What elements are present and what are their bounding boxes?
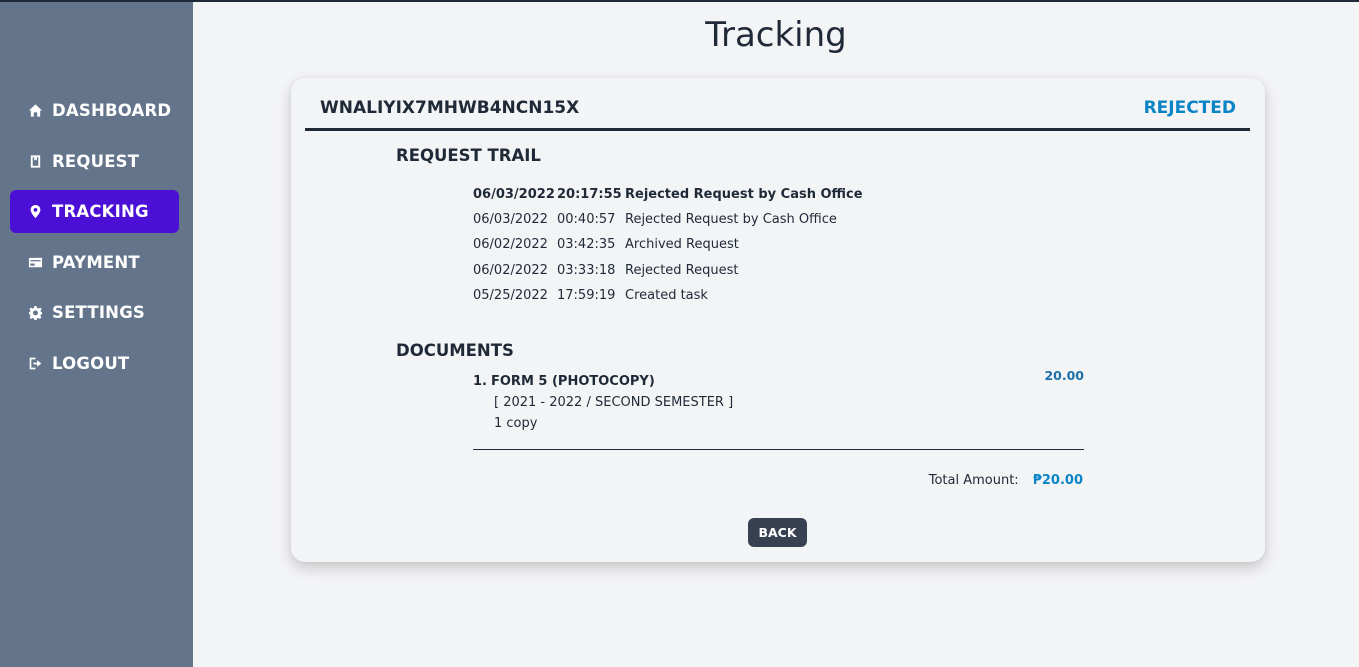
top-border (0, 0, 1359, 2)
trail-entry: 05/25/2022 17:59:19 Created task (473, 283, 993, 308)
request-trail-list: 06/03/2022 20:17:55 Rejected Request by … (473, 182, 993, 308)
document-index: 1. (473, 374, 487, 389)
trail-entry: 06/02/2022 03:33:18 Rejected Request (473, 258, 993, 283)
request-trail-heading: REQUEST TRAIL (396, 146, 541, 165)
sidebar-item-label: TRACKING (52, 202, 149, 221)
document-name: FORM 5 (PHOTOCOPY) (491, 374, 655, 389)
trail-entry: 06/03/2022 20:17:55 Rejected Request by … (473, 182, 993, 207)
trail-time: 00:40:57 (557, 212, 616, 228)
documents-divider (473, 449, 1084, 450)
trail-entry: 06/02/2022 03:42:35 Archived Request (473, 232, 993, 257)
trail-date: 06/03/2022 (473, 212, 548, 228)
document-item: 1. FORM 5 (PHOTOCOPY) 20.00 [ 2021 - 202… (473, 368, 1084, 431)
sidebar-item-label: LOGOUT (52, 353, 130, 373)
trail-action: Rejected Request by Cash Office (625, 187, 863, 203)
status-badge: REJECTED (1143, 98, 1236, 118)
location-pin-icon (27, 204, 43, 220)
logout-icon (27, 355, 43, 371)
trail-date: 05/25/2022 (473, 287, 548, 303)
document-term: [ 2021 - 2022 / SECOND SEMESTER ] (494, 395, 734, 410)
document-amount: 20.00 (1044, 368, 1084, 383)
card-header: WNALIYIX7MHWB4NCN15X REJECTED (305, 78, 1250, 131)
trail-time: 03:33:18 (557, 262, 616, 278)
document-title-row: 1. FORM 5 (PHOTOCOPY) (473, 374, 1084, 389)
trail-time: 03:42:35 (557, 237, 616, 253)
documents-heading: DOCUMENTS (396, 341, 514, 360)
total-label: Total Amount: (928, 473, 1019, 488)
tracking-card: WNALIYIX7MHWB4NCN15X REJECTED REQUEST TR… (291, 78, 1265, 562)
gear-icon (27, 305, 43, 321)
sidebar-nav: DASHBOARD REQUEST TRACKING PAYMENT SETTI… (10, 89, 179, 392)
trail-date: 06/03/2022 (473, 187, 555, 203)
total-amount: Total Amount: ₱20.00 (929, 473, 1083, 488)
request-code: WNALIYIX7MHWB4NCN15X (320, 98, 580, 118)
sidebar-item-logout[interactable]: LOGOUT (10, 342, 179, 385)
trail-action: Rejected Request (625, 262, 739, 278)
sidebar-item-settings[interactable]: SETTINGS (10, 291, 179, 334)
sidebar: DASHBOARD REQUEST TRACKING PAYMENT SETTI… (0, 2, 193, 667)
back-button[interactable]: BACK (748, 518, 807, 547)
sidebar-item-label: REQUEST (52, 151, 140, 171)
trail-action: Created task (625, 287, 708, 303)
trail-action: Rejected Request by Cash Office (625, 212, 837, 228)
credit-card-icon (27, 254, 43, 270)
trail-action: Archived Request (625, 237, 739, 253)
trail-date: 06/02/2022 (473, 237, 548, 253)
page-title: Tracking (705, 15, 847, 55)
sidebar-item-dashboard[interactable]: DASHBOARD (10, 89, 179, 132)
sidebar-item-label: PAYMENT (52, 252, 140, 272)
sidebar-item-label: DASHBOARD (52, 101, 172, 120)
sidebar-item-request[interactable]: REQUEST (10, 140, 179, 183)
sidebar-item-tracking[interactable]: TRACKING (10, 190, 179, 233)
home-icon (27, 103, 43, 119)
request-icon (27, 153, 43, 169)
sidebar-item-payment[interactable]: PAYMENT (10, 241, 179, 284)
trail-date: 06/02/2022 (473, 262, 548, 278)
trail-time: 17:59:19 (557, 287, 616, 303)
sidebar-item-label: SETTINGS (52, 303, 146, 322)
document-copies: 1 copy (494, 416, 538, 431)
trail-entry: 06/03/2022 00:40:57 Rejected Request by … (473, 207, 993, 232)
total-value: ₱20.00 (1032, 473, 1083, 488)
trail-time: 20:17:55 (557, 187, 622, 203)
